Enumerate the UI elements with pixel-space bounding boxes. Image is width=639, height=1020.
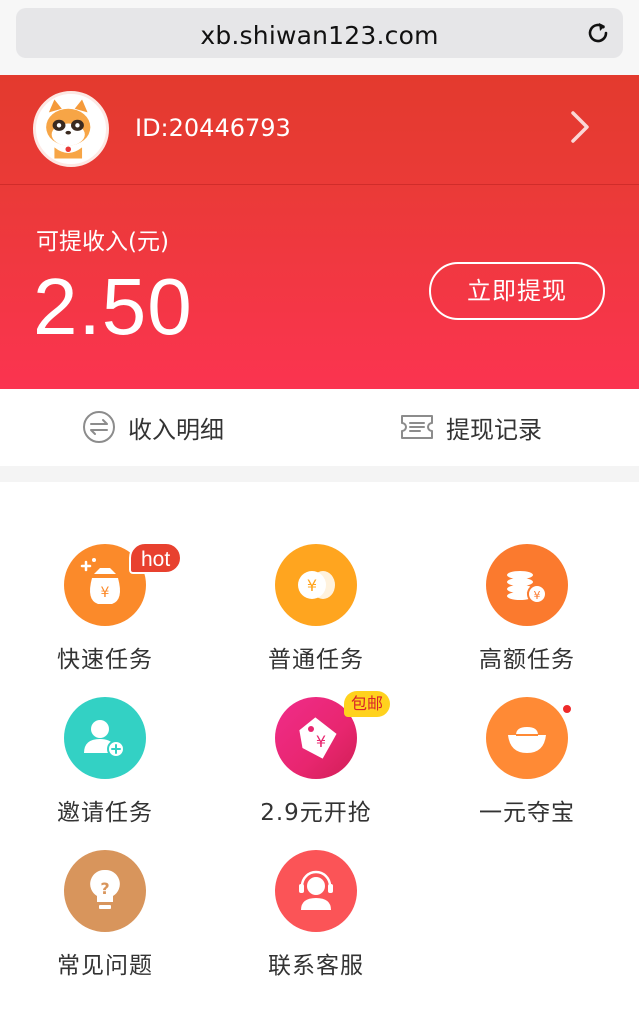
tile-customer-service[interactable]: 联系客服 (216, 850, 416, 1000)
income-details-link[interactable]: 收入明细 (82, 409, 224, 445)
browser-bar: xb.shiwan123.com (0, 0, 639, 75)
tile-label: 常见问题 (57, 953, 153, 979)
tile-flash-sale[interactable]: ¥ 包邮 2.9元开抢 (216, 691, 416, 847)
withdraw-records-label: 提现记录 (446, 415, 542, 444)
ticket-icon (401, 415, 433, 439)
notification-dot (561, 703, 573, 715)
free-shipping-badge: 包邮 (344, 691, 391, 717)
transfer-icon (83, 411, 115, 443)
coin-stack-icon: ¥ (486, 544, 568, 626)
svg-text:¥: ¥ (101, 585, 110, 601)
svg-text:¥: ¥ (307, 576, 317, 595)
balance-value: 2.50 (33, 262, 193, 351)
svg-text:¥: ¥ (316, 732, 326, 751)
raccoon-avatar-icon (36, 94, 101, 159)
task-grid: ¥ hot 快速任务 ¥ 普通任务 ¥ 高额任务 邀请任务 ¥ 包邮 2.9元开… (0, 482, 639, 1020)
tile-label: 2.9元开抢 (260, 800, 372, 826)
tile-faq[interactable]: ? 常见问题 (5, 850, 205, 1000)
tile-label: 快速任务 (57, 647, 153, 673)
account-header: ID:20446793 可提收入(元) 2.50 立即提现 (0, 75, 639, 389)
tile-label: 邀请任务 (57, 800, 153, 826)
address-bar[interactable]: xb.shiwan123.com (16, 8, 623, 58)
avatar[interactable] (33, 91, 109, 167)
tile-one-yuan-treasure[interactable]: 一元夺宝 (427, 697, 627, 847)
lightbulb-question-icon: ? (64, 850, 146, 932)
tile-invite-task[interactable]: 邀请任务 (5, 697, 205, 847)
tile-label: 一元夺宝 (479, 800, 575, 826)
chevron-right-icon[interactable] (569, 109, 591, 145)
coin-icon: ¥ (275, 544, 357, 626)
tile-label: 联系客服 (268, 953, 364, 979)
hot-badge: hot (129, 542, 183, 574)
gold-ingot-icon (486, 697, 568, 779)
records-bar: 收入明细 提现记录 (0, 389, 639, 466)
tile-quick-task[interactable]: ¥ hot 快速任务 (5, 542, 205, 694)
url-text: xb.shiwan123.com (200, 21, 439, 50)
user-id: ID:20446793 (135, 114, 291, 142)
tile-label: 普通任务 (268, 647, 364, 673)
add-user-icon (64, 697, 146, 779)
svg-text:¥: ¥ (534, 589, 541, 602)
user-row[interactable]: ID:20446793 (0, 75, 639, 185)
balance-label: 可提收入(元) (36, 229, 169, 255)
tile-label: 高额任务 (479, 647, 575, 673)
tile-normal-task[interactable]: ¥ 普通任务 (216, 544, 416, 694)
svg-text:?: ? (100, 879, 109, 898)
reload-icon[interactable] (585, 20, 611, 46)
tile-high-reward-task[interactable]: ¥ 高额任务 (427, 544, 627, 694)
withdraw-button[interactable]: 立即提现 (429, 262, 605, 320)
customer-service-icon (275, 850, 357, 932)
income-details-label: 收入明细 (128, 415, 224, 444)
withdraw-records-link[interactable]: 提现记录 (400, 409, 542, 445)
